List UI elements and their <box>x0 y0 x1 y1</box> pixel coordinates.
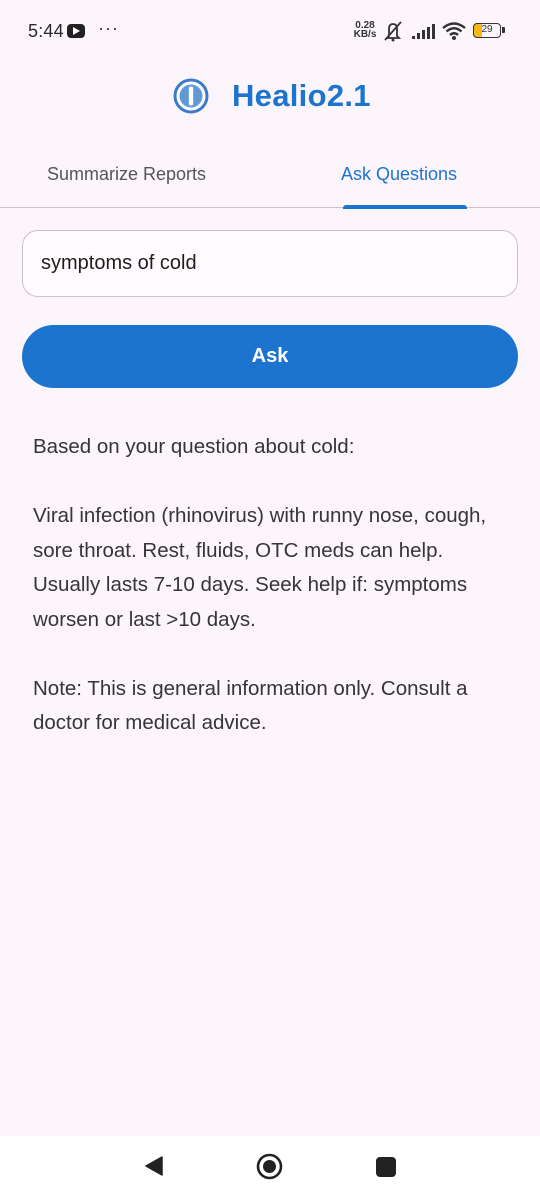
tab-ask-questions[interactable]: Ask Questions <box>341 164 457 185</box>
recents-icon[interactable] <box>376 1157 396 1177</box>
home-icon[interactable] <box>256 1153 283 1180</box>
signal-icon <box>412 24 435 39</box>
answer-note: Note: This is general information only. … <box>33 676 468 735</box>
status-time: 5:44 <box>28 21 64 41</box>
network-speed: 0.28 KB/s <box>352 21 378 40</box>
wifi-icon <box>442 22 466 40</box>
question-input[interactable] <box>22 230 518 297</box>
selected-tab-indicator <box>343 205 467 209</box>
tab-summarize-reports[interactable]: Summarize Reports <box>47 164 206 185</box>
navigation-bar <box>0 1136 540 1200</box>
answer-body: Viral infection (rhinovirus) with runny … <box>33 504 487 631</box>
status-bar: 5:44 ··· 0.28 KB/s 29 <box>0 0 540 62</box>
app-header: Healio2.1 <box>0 74 540 120</box>
battery-icon: 29 <box>473 23 505 38</box>
app-title: Healio2.1 <box>232 78 371 113</box>
youtube-icon <box>67 24 85 38</box>
network-speed-unit: KB/s <box>353 29 377 40</box>
back-icon[interactable] <box>144 1155 164 1177</box>
tab-bar: Summarize Reports Ask Questions <box>0 150 540 209</box>
more-notifications-icon: ··· <box>98 18 119 38</box>
power-logo-icon <box>173 78 209 114</box>
mute-icon <box>384 21 402 42</box>
answer-panel: Based on your question about cold: Viral… <box>33 430 513 775</box>
answer-intro: Based on your question about cold: <box>33 435 355 458</box>
ask-button[interactable]: Ask <box>22 325 518 388</box>
